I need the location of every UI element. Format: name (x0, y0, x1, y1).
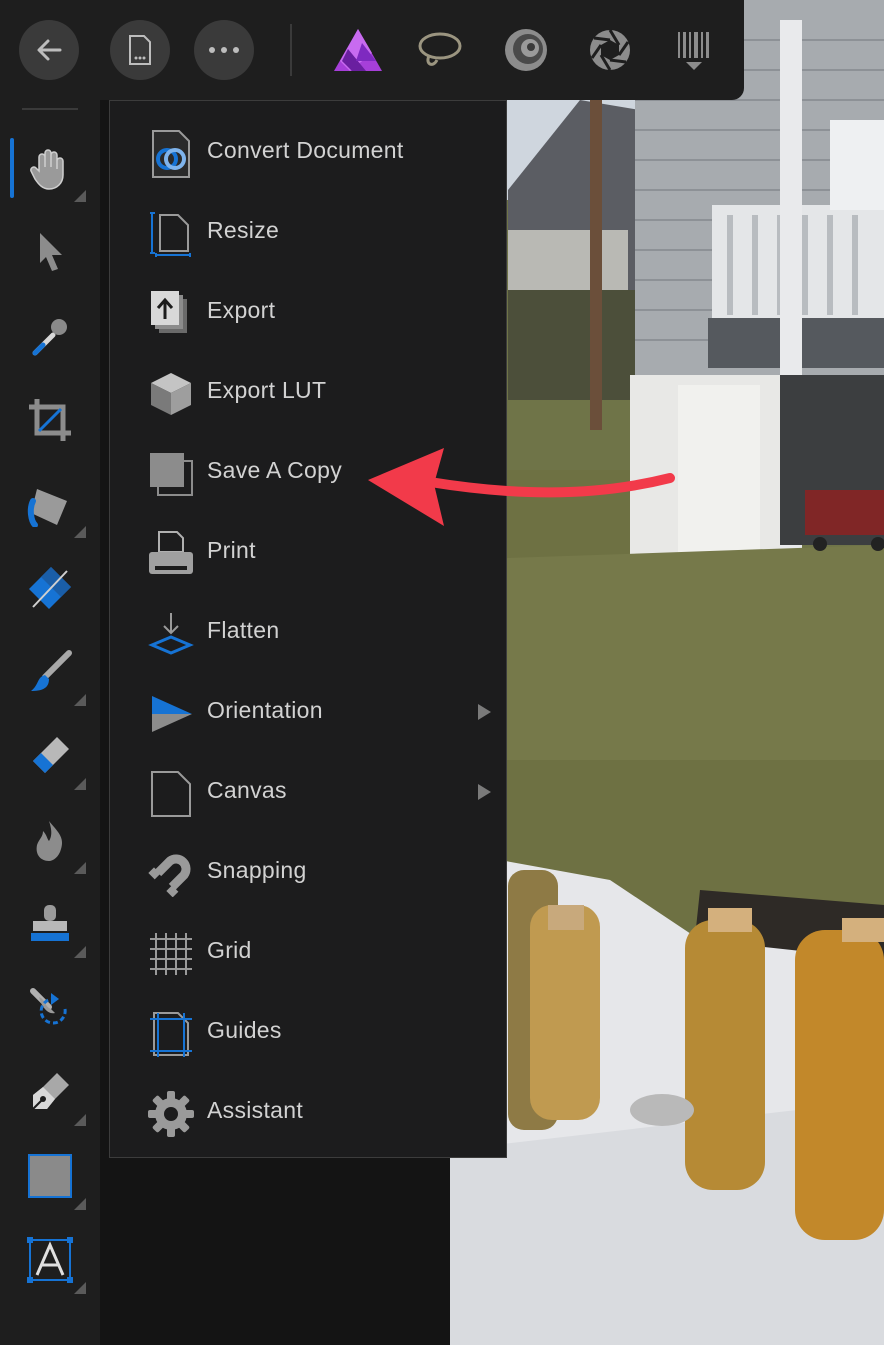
burn-tool[interactable] (20, 810, 86, 874)
back-arrow-icon (37, 39, 62, 61)
save-copy-icon (146, 449, 196, 499)
export-barcode-icon (678, 32, 709, 70)
menu-item-grid[interactable]: Grid (110, 911, 508, 991)
menu-item-snapping[interactable]: Snapping (110, 831, 508, 911)
toolbar-separator (290, 24, 292, 76)
menu-item-label: Print (207, 537, 256, 563)
flood-fill-tool[interactable] (20, 474, 86, 538)
lasso-icon (418, 32, 462, 66)
menu-item-resize[interactable]: Resize (110, 191, 508, 271)
liquify-persona[interactable] (408, 20, 472, 80)
move-tool-icon (40, 233, 62, 271)
printer-icon (146, 529, 196, 579)
tool-strip (0, 100, 100, 1345)
menu-item-export-lut[interactable]: Export LUT (110, 351, 508, 431)
canvas-icon (146, 769, 196, 819)
back-button[interactable] (19, 20, 79, 80)
export-icon (146, 289, 196, 339)
clone-stamp-tool[interactable] (20, 894, 86, 958)
document-button[interactable] (110, 20, 170, 80)
develop-spiral-icon (505, 29, 547, 71)
guides-icon (146, 1009, 196, 1059)
flatten-icon (146, 609, 196, 659)
photo-image (450, 0, 884, 1345)
move-tool[interactable] (20, 222, 80, 282)
magnet-icon (146, 849, 196, 899)
menu-item-guides[interactable]: Guides (110, 991, 508, 1071)
document-icon (129, 35, 151, 65)
export-persona[interactable] (662, 20, 726, 80)
document-menu: Convert Document Resize Export Export LU… (109, 100, 507, 1158)
gradient-tool-icon (29, 567, 71, 609)
ellipsis-icon (209, 47, 239, 53)
rectangle-tool[interactable] (20, 1146, 86, 1210)
color-picker-icon (32, 319, 67, 356)
menu-item-label: Resize (207, 217, 280, 243)
tool-strip-divider (22, 108, 78, 110)
menu-item-label: Guides (207, 1017, 282, 1043)
active-tool-indicator (10, 138, 14, 198)
paint-brush-tool[interactable] (20, 642, 86, 706)
more-button[interactable] (194, 20, 254, 80)
grid-icon (146, 929, 196, 979)
menu-item-label: Export (207, 297, 276, 323)
menu-item-export[interactable]: Export (110, 271, 508, 351)
eraser-tool[interactable] (20, 726, 86, 790)
convert-document-icon (146, 129, 196, 179)
gradient-tool[interactable] (20, 558, 80, 618)
paint-brush-icon (31, 650, 72, 691)
color-picker-tool[interactable] (20, 306, 80, 366)
text-tool[interactable] (20, 1230, 86, 1294)
menu-item-canvas[interactable]: Canvas (110, 751, 508, 831)
develop-persona[interactable] (494, 20, 558, 80)
menu-item-assistant[interactable]: Assistant (110, 1071, 508, 1151)
menu-item-label: Export LUT (207, 377, 327, 403)
top-toolbar (0, 0, 744, 100)
menu-item-label: Assistant (207, 1097, 304, 1123)
hand-tool[interactable] (20, 138, 86, 202)
menu-item-label: Canvas (207, 777, 287, 803)
hand-tool-icon (30, 149, 64, 190)
tone-mapping-persona[interactable] (578, 20, 642, 80)
photo-persona[interactable] (326, 20, 390, 80)
menu-item-label: Grid (207, 937, 252, 963)
clone-stamp-icon (31, 905, 69, 941)
submenu-chevron-icon (478, 784, 491, 800)
gear-icon (146, 1089, 196, 1139)
menu-item-flatten[interactable]: Flatten (110, 591, 508, 671)
menu-item-label: Save A Copy (207, 457, 342, 483)
menu-item-label: Snapping (207, 857, 307, 883)
menu-item-label: Convert Document (207, 137, 404, 163)
menu-item-label: Flatten (207, 617, 280, 643)
lut-cube-icon (146, 369, 196, 419)
flood-fill-icon (27, 489, 67, 527)
submenu-chevron-icon (478, 704, 491, 720)
menu-item-orientation[interactable]: Orientation (110, 671, 508, 751)
pen-tool-icon (32, 1073, 69, 1110)
burn-tool-icon (36, 821, 63, 861)
aperture-icon (590, 29, 630, 71)
crop-tool-icon (29, 399, 71, 441)
eraser-icon (33, 737, 69, 773)
affinity-photo-icon (334, 29, 382, 71)
undo-brush-tool[interactable] (20, 978, 80, 1038)
annotation-arrow (368, 448, 675, 526)
menu-item-label: Orientation (207, 697, 323, 723)
photo-canvas[interactable] (450, 0, 884, 1345)
undo-brush-icon (30, 988, 67, 1025)
menu-item-convert-document[interactable]: Convert Document (110, 111, 508, 191)
text-tool-icon (27, 1237, 73, 1283)
pen-tool[interactable] (20, 1062, 86, 1126)
crop-tool[interactable] (20, 390, 80, 450)
resize-icon (146, 209, 196, 259)
rectangle-tool-icon (28, 1154, 72, 1198)
orientation-icon (146, 689, 196, 739)
